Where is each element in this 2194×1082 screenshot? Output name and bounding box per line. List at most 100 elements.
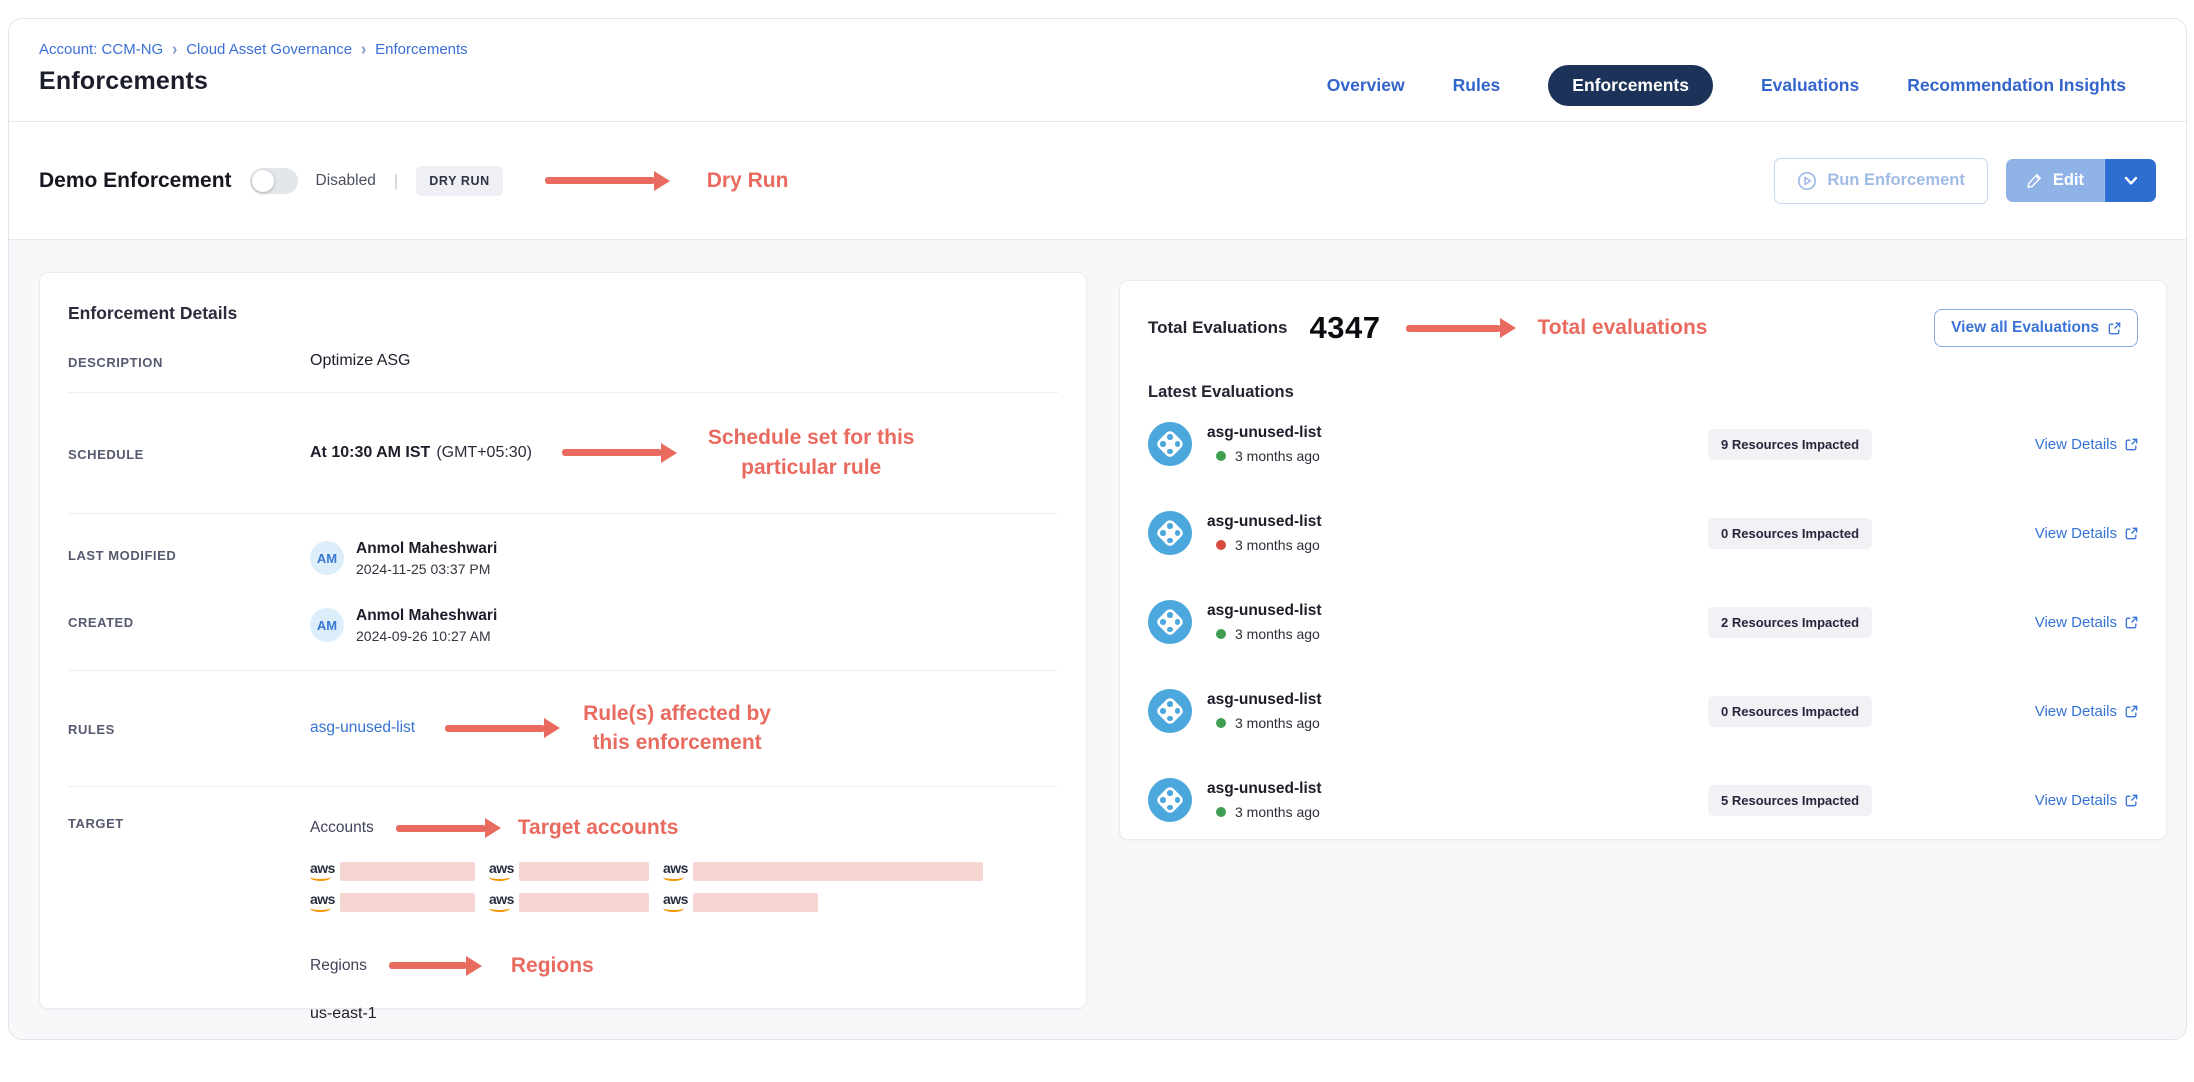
annotation-dry-run: Dry Run — [707, 166, 789, 196]
redacted-account-id — [340, 862, 475, 881]
tab-recommendation-insights[interactable]: Recommendation Insights — [1907, 75, 2126, 96]
last-modified-date: 2024-11-25 03:37 PM — [356, 561, 497, 577]
evaluation-time: 3 months ago — [1235, 448, 1320, 464]
status-dot — [1216, 629, 1226, 639]
aws-account-item: aws — [663, 892, 818, 913]
total-evaluations-value: 4347 — [1310, 310, 1381, 346]
annotation-schedule: Schedule set for this particular rule — [708, 423, 915, 483]
evaluation-time: 3 months ago — [1235, 715, 1320, 731]
view-details-link[interactable]: View Details — [2035, 614, 2138, 631]
total-evaluations-label: Total Evaluations — [1148, 318, 1288, 338]
run-enforcement-label: Run Enforcement — [1827, 171, 1965, 190]
target-row: TARGET Accounts Target accounts aws aws … — [40, 787, 1086, 1040]
external-link-icon — [2125, 794, 2138, 807]
app-frame: Account: CCM-NG › Cloud Asset Governance… — [8, 18, 2187, 1040]
view-all-evaluations-button[interactable]: View all Evaluations — [1934, 309, 2138, 347]
enforcement-details-card: Enforcement Details DESCRIPTION Optimize… — [39, 272, 1087, 1009]
evaluations-card: Total Evaluations 4347 Total evaluations… — [1119, 280, 2167, 840]
rule-link[interactable]: asg-unused-list — [310, 719, 415, 737]
description-row: DESCRIPTION Optimize ASG — [40, 330, 1086, 392]
resources-impacted-badge: 0 Resources Impacted — [1708, 518, 1872, 549]
annotation-arrow — [545, 177, 655, 184]
evaluations-header: Total Evaluations 4347 Total evaluations… — [1120, 281, 2166, 347]
resources-impacted-badge: 2 Resources Impacted — [1708, 607, 1872, 638]
view-details-label: View Details — [2035, 614, 2117, 631]
schedule-timezone: (GMT+05:30) — [436, 444, 532, 462]
external-link-icon — [2125, 527, 2138, 540]
evaluation-rule-name: asg-unused-list — [1207, 424, 1322, 442]
enabled-toggle[interactable] — [250, 168, 298, 194]
custodian-rule-icon — [1148, 600, 1192, 644]
breadcrumb-enforcements[interactable]: Enforcements — [375, 41, 468, 58]
target-label: TARGET — [68, 813, 310, 831]
tab-evaluations[interactable]: Evaluations — [1761, 75, 1859, 96]
aws-logo-icon: aws — [310, 892, 335, 913]
target-accounts-list: aws aws aws aws aws aws — [310, 861, 983, 913]
redacted-account-id — [519, 893, 649, 912]
accounts-label: Accounts — [310, 819, 374, 837]
evaluation-time: 3 months ago — [1235, 804, 1320, 820]
custodian-rule-icon — [1148, 689, 1192, 733]
view-details-link[interactable]: View Details — [2035, 525, 2138, 542]
edit-button-label: Edit — [2053, 171, 2084, 190]
avatar: AM — [310, 608, 344, 642]
annotation-arrow — [1406, 325, 1501, 332]
schedule-row: SCHEDULE At 10:30 AM IST (GMT+05:30) Sch… — [40, 393, 1086, 513]
tab-rules[interactable]: Rules — [1453, 75, 1501, 96]
evaluation-rule-name: asg-unused-list — [1207, 513, 1322, 531]
external-link-icon — [2125, 705, 2138, 718]
breadcrumb-account[interactable]: Account: CCM-NG — [39, 41, 163, 58]
status-dot — [1216, 718, 1226, 728]
aws-account-item: aws — [310, 861, 475, 882]
edit-split-button: Edit — [2006, 159, 2156, 202]
evaluation-rule-name: asg-unused-list — [1207, 602, 1322, 620]
annotation-arrow — [445, 725, 545, 732]
evaluation-rule-name: asg-unused-list — [1207, 780, 1322, 798]
annotation-rules: Rule(s) affected by this enforcement — [583, 699, 771, 759]
avatar: AM — [310, 541, 344, 575]
aws-logo-icon: aws — [663, 892, 688, 913]
tab-overview[interactable]: Overview — [1327, 75, 1405, 96]
annotation-arrow — [396, 825, 486, 832]
description-label: DESCRIPTION — [68, 352, 310, 370]
view-details-label: View Details — [2035, 525, 2117, 542]
external-link-icon — [2108, 322, 2121, 335]
enforcement-name: Demo Enforcement — [39, 169, 232, 193]
content-area: Enforcement Details DESCRIPTION Optimize… — [9, 240, 2186, 1040]
schedule-label: SCHEDULE — [68, 444, 310, 462]
evaluation-time: 3 months ago — [1235, 626, 1320, 642]
status-dot — [1216, 451, 1226, 461]
tab-enforcements[interactable]: Enforcements — [1548, 65, 1713, 106]
run-enforcement-button[interactable]: Run Enforcement — [1774, 158, 1988, 204]
view-details-link[interactable]: View Details — [2035, 703, 2138, 720]
dry-run-badge: DRY RUN — [416, 166, 502, 196]
region-value: us-east-1 — [310, 1005, 983, 1023]
view-details-link[interactable]: View Details — [2035, 792, 2138, 809]
toggle-knob — [252, 170, 274, 192]
play-circle-icon — [1797, 171, 1817, 191]
edit-button[interactable]: Edit — [2006, 159, 2104, 202]
latest-evaluations-label: Latest Evaluations — [1120, 347, 2166, 408]
evaluation-time: 3 months ago — [1235, 537, 1320, 553]
edit-menu-button[interactable] — [2104, 159, 2156, 202]
last-modified-name: Anmol Maheshwari — [356, 540, 497, 558]
evaluation-row: asg-unused-list 3 months ago 0 Resources… — [1120, 675, 2166, 747]
last-modified-label: LAST MODIFIED — [68, 540, 310, 577]
page-title: Enforcements — [39, 67, 208, 96]
description-value: Optimize ASG — [310, 352, 410, 370]
resources-impacted-badge: 0 Resources Impacted — [1708, 696, 1872, 727]
breadcrumb: Account: CCM-NG › Cloud Asset Governance… — [39, 41, 468, 58]
toggle-state-label: Disabled — [316, 172, 376, 190]
vertical-divider: | — [394, 171, 398, 191]
created-date: 2024-09-26 10:27 AM — [356, 628, 497, 644]
aws-logo-icon: aws — [663, 861, 688, 882]
page-header: Account: CCM-NG › Cloud Asset Governance… — [9, 19, 2186, 121]
evaluation-row: asg-unused-list 3 months ago 5 Resources… — [1120, 764, 2166, 836]
created-label: CREATED — [68, 607, 310, 644]
rules-row: RULES asg-unused-list Rule(s) affected b… — [40, 671, 1086, 787]
breadcrumb-governance[interactable]: Cloud Asset Governance — [186, 41, 352, 58]
breadcrumb-separator-icon: › — [361, 40, 366, 60]
evaluation-row: asg-unused-list 3 months ago 9 Resources… — [1120, 408, 2166, 480]
view-details-link[interactable]: View Details — [2035, 436, 2138, 453]
status-dot — [1216, 807, 1226, 817]
